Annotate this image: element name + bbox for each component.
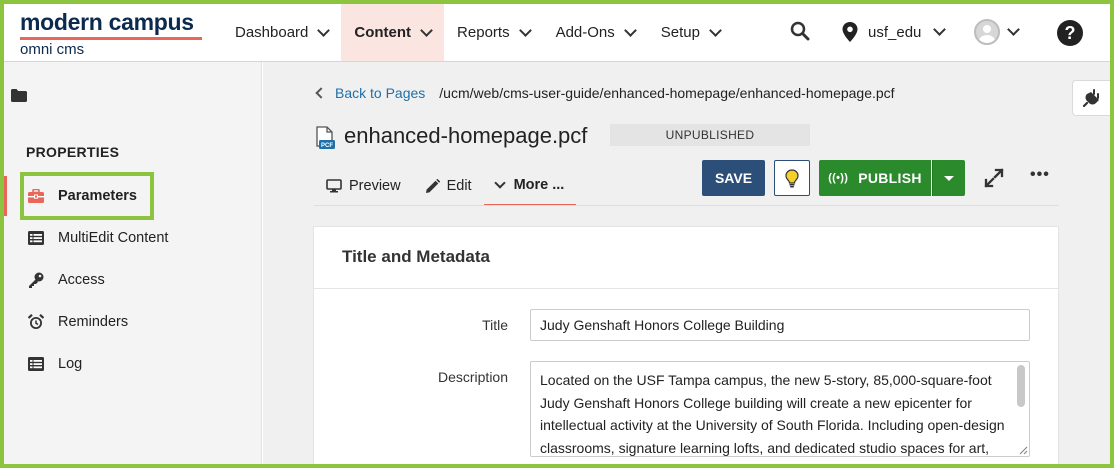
- properties-heading: PROPERTIES: [26, 144, 120, 160]
- nav-content-label: Content: [354, 24, 412, 41]
- file-path: /ucm/web/cms-user-guide/enhanced-homepag…: [439, 85, 895, 101]
- list-icon: [28, 356, 44, 372]
- key-icon: [28, 272, 44, 288]
- search-icon[interactable]: [790, 21, 810, 43]
- chevron-down-icon: [709, 23, 722, 37]
- tabs-divider: [314, 205, 1059, 206]
- pcf-file-icon: PCF: [316, 126, 335, 149]
- resize-grip-icon[interactable]: [1016, 443, 1028, 455]
- help-icon[interactable]: ?: [1057, 20, 1083, 46]
- publish-button[interactable]: ((•)) PUBLISH: [819, 160, 931, 196]
- lightbulb-button[interactable]: [774, 160, 810, 196]
- page-tabs: Preview Edit More ...: [314, 168, 577, 206]
- logo-underline: [20, 37, 202, 40]
- chevron-down-icon: [493, 177, 506, 189]
- tab-preview[interactable]: Preview: [314, 168, 413, 204]
- tab-edit-label: Edit: [446, 178, 472, 194]
- chevron-down-icon: [933, 23, 947, 36]
- tab-more[interactable]: More ...: [483, 168, 577, 206]
- main-nav: Dashboard Content Reports Add-Ons Setup: [222, 4, 733, 61]
- nav-content[interactable]: Content: [341, 4, 445, 61]
- broadcast-icon: ((•)): [828, 172, 849, 184]
- title-label: Title: [482, 317, 508, 333]
- sidebar-item-multiedit-content[interactable]: MultiEdit Content: [4, 218, 262, 258]
- alarm-clock-icon: [28, 314, 44, 330]
- description-textarea[interactable]: Located on the USF Tampa campus, the new…: [530, 361, 1030, 457]
- nav-dashboard[interactable]: Dashboard: [222, 4, 341, 61]
- caret-down-icon: [944, 175, 954, 181]
- title-input[interactable]: [530, 309, 1030, 341]
- save-button[interactable]: SAVE: [702, 160, 765, 196]
- nav-add-ons[interactable]: Add-Ons: [543, 4, 648, 61]
- sidebar-item-reminders[interactable]: Reminders: [4, 302, 262, 342]
- logo-subtitle: omni cms: [20, 41, 85, 58]
- panel-title: Title and Metadata: [342, 247, 490, 266]
- chevron-down-icon: [317, 23, 331, 37]
- breadcrumb: Back to Pages /ucm/web/cms-user-guide/en…: [315, 84, 895, 102]
- nav-setup[interactable]: Setup: [648, 4, 733, 61]
- gadgets-toggle[interactable]: [1072, 80, 1110, 116]
- title-metadata-panel: Title and Metadata Title Description Loc…: [313, 226, 1059, 466]
- sidebar-item-log[interactable]: Log: [4, 344, 262, 384]
- page-title: enhanced-homepage.pcf: [344, 123, 588, 148]
- highlight-box: [20, 172, 154, 220]
- expand-icon[interactable]: [984, 168, 1004, 188]
- back-to-pages-link[interactable]: Back to Pages: [335, 85, 425, 101]
- textarea-scrollbar[interactable]: [1017, 365, 1025, 407]
- nav-add-ons-label: Add-Ons: [555, 24, 615, 41]
- monitor-icon: [326, 179, 342, 193]
- lightbulb-icon: [785, 168, 799, 187]
- tab-edit[interactable]: Edit: [413, 168, 484, 204]
- list-icon: [28, 230, 44, 246]
- logo-wordmark: modern campus: [20, 9, 194, 35]
- sidebar-item-label: Access: [58, 272, 105, 288]
- nav-dashboard-label: Dashboard: [235, 24, 309, 41]
- chevron-down-icon: [623, 23, 637, 37]
- site-name: usf_edu: [868, 23, 922, 41]
- modern-campus-logo[interactable]: modern campus omni cms: [20, 9, 210, 59]
- status-badge: UNPUBLISHED: [610, 124, 810, 146]
- top-navigation-bar: modern campus omni cms Dashboard Content…: [4, 4, 1110, 62]
- tab-preview-label: Preview: [349, 178, 401, 194]
- sidebar-item-label: Log: [58, 356, 83, 372]
- pencil-icon: [425, 178, 440, 194]
- publish-label: PUBLISH: [858, 170, 922, 186]
- folder-icon[interactable]: [11, 89, 27, 102]
- chevron-left-icon: [315, 87, 327, 99]
- description-label: Description: [437, 369, 508, 385]
- nav-setup-label: Setup: [660, 24, 700, 41]
- chevron-down-icon: [1007, 23, 1020, 36]
- tab-more-label: More ...: [513, 177, 565, 193]
- chevron-down-icon: [420, 23, 433, 37]
- nav-reports-label: Reports: [457, 24, 510, 41]
- user-avatar-icon: [974, 19, 1000, 45]
- chevron-down-icon: [518, 23, 532, 37]
- sidebar-item-label: MultiEdit Content: [58, 230, 169, 246]
- more-options-icon[interactable]: •••: [1030, 167, 1050, 187]
- publish-dropdown-toggle[interactable]: [932, 160, 965, 196]
- user-menu[interactable]: [974, 18, 1020, 46]
- file-type-badge: PCF: [321, 143, 333, 149]
- panel-header: Title and Metadata: [314, 227, 1058, 289]
- location-pin-icon: [842, 22, 858, 42]
- sidebar-item-access[interactable]: Access: [4, 260, 262, 300]
- sidebar-item-label: Reminders: [58, 314, 129, 330]
- site-selector[interactable]: usf_edu: [842, 18, 947, 46]
- properties-sidebar: PROPERTIES Parameters MultiEdit Content: [4, 62, 262, 464]
- plug-icon: [1082, 89, 1099, 107]
- nav-reports[interactable]: Reports: [444, 4, 543, 61]
